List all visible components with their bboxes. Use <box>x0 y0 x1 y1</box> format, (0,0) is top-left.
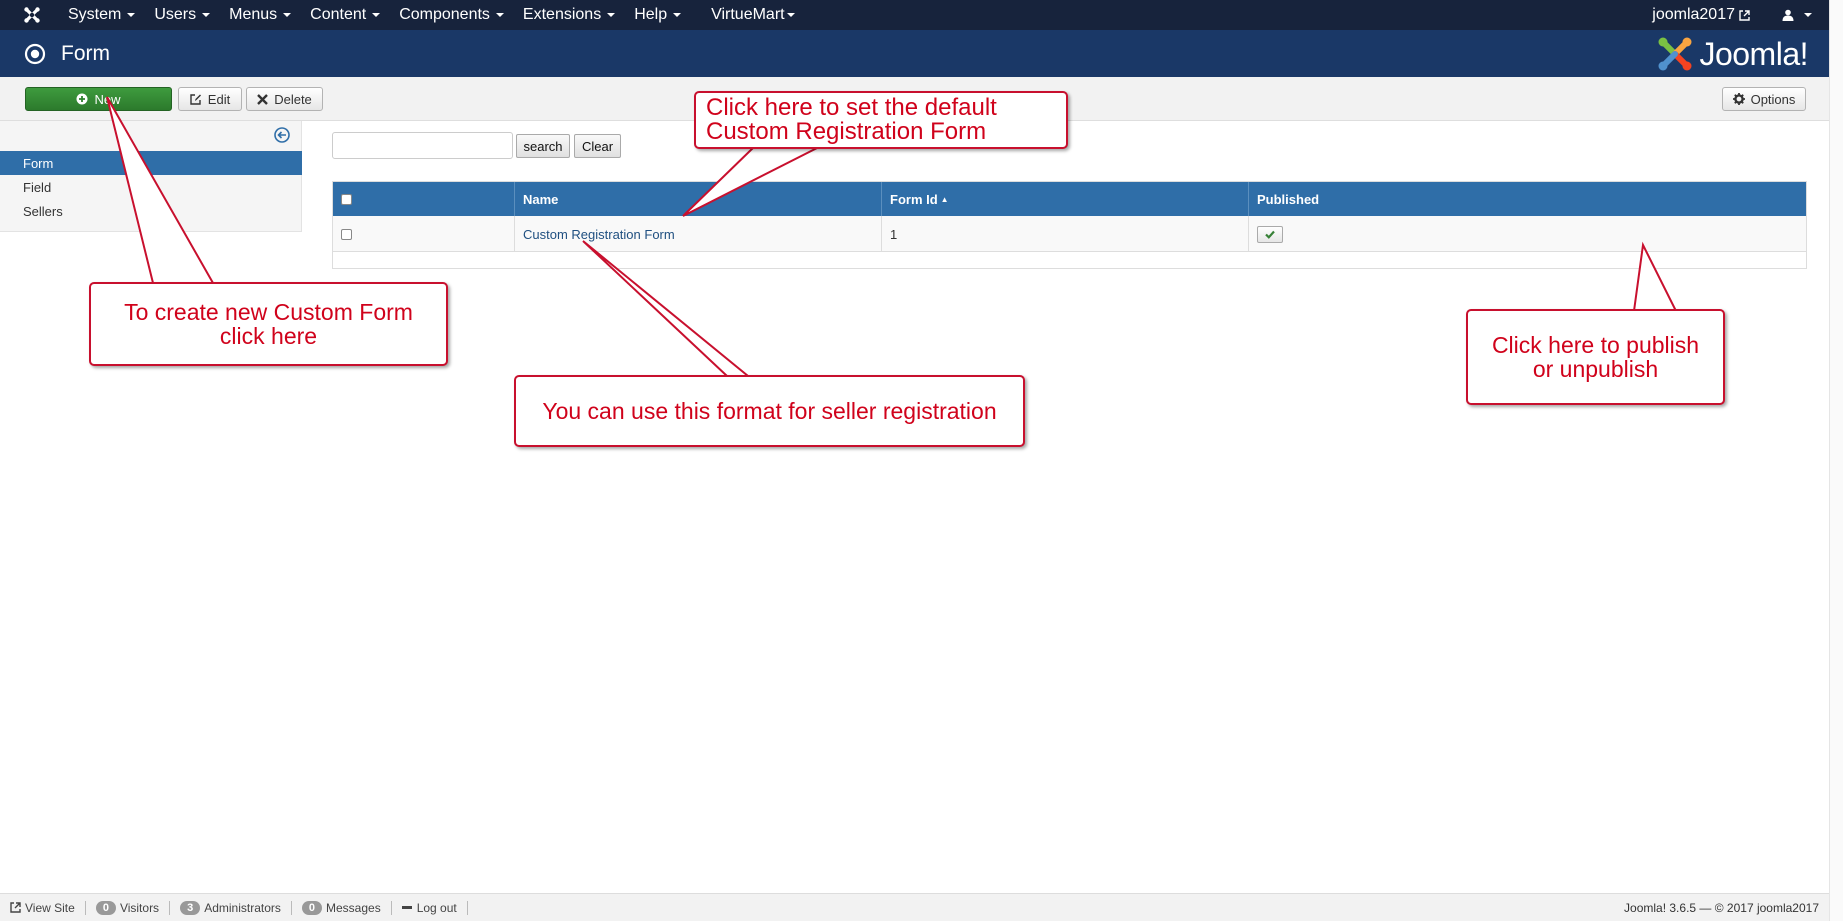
view-site-link[interactable]: View Site <box>0 900 86 915</box>
search-input[interactable] <box>332 132 513 159</box>
joomla-icon[interactable] <box>23 6 59 24</box>
callout-default-form: Click here to set the default Custom Regi… <box>694 91 1068 149</box>
caret-icon <box>1804 13 1812 17</box>
callout-publish: Click here to publish or unpublish <box>1466 309 1725 405</box>
menu-content[interactable]: Content <box>310 6 381 24</box>
menu-users[interactable]: Users <box>154 6 211 24</box>
published-cell <box>1249 216 1806 252</box>
main-menu: System Users Menus Content Components Ex… <box>68 6 814 24</box>
menu-virtuemart[interactable]: VirtueMart <box>711 6 795 24</box>
form-id-cell: 1 <box>882 216 1249 252</box>
delete-button[interactable]: Delete <box>246 87 323 111</box>
publish-toggle-button[interactable] <box>1257 225 1283 243</box>
menu-extensions[interactable]: Extensions <box>523 6 616 24</box>
column-header-name[interactable]: Name <box>515 182 882 216</box>
callout-seller-format: You can use this format for seller regis… <box>514 375 1025 447</box>
caret-icon <box>127 13 136 17</box>
sidebar: Form Field Sellers <box>0 121 302 232</box>
caret-icon <box>786 13 795 17</box>
menu-menus[interactable]: Menus <box>229 6 292 24</box>
administrators-status: 3 Administrators <box>170 900 292 915</box>
sort-asc-icon: ▲ <box>940 194 949 204</box>
page-header: Form Joomla! <box>0 30 1843 77</box>
table-header: Name Form Id ▲ Published <box>333 182 1806 216</box>
edit-icon <box>190 94 201 105</box>
page-title: Form <box>61 41 110 65</box>
administrators-badge: 3 <box>180 900 201 915</box>
options-button[interactable]: Options <box>1722 87 1806 111</box>
callout-create-new: To create new Custom Form click here <box>89 282 448 366</box>
sidebar-item-form[interactable]: Form <box>0 151 302 175</box>
sidebar-item-sellers[interactable]: Sellers <box>0 199 302 223</box>
row-select-cell <box>333 216 515 252</box>
sidebar-item-field[interactable]: Field <box>0 175 302 199</box>
user-menu[interactable] <box>1782 9 1812 21</box>
collapse-icon[interactable] <box>274 127 290 143</box>
forms-table: Name Form Id ▲ Published Custom Registrat… <box>332 181 1807 269</box>
messages-badge: 0 <box>301 900 322 915</box>
brand-text: Joomla! <box>1699 35 1808 72</box>
joomla-logo: Joomla! <box>1655 33 1808 75</box>
clear-button[interactable]: Clear <box>574 134 621 158</box>
caret-icon <box>495 13 504 17</box>
form-name-link[interactable]: Custom Registration Form <box>523 227 675 242</box>
nav-right: joomla2017 <box>1652 0 1812 30</box>
caret-icon <box>202 13 211 17</box>
select-all-checkbox[interactable] <box>341 193 352 205</box>
visitors-status: 0 Visitors <box>86 900 171 915</box>
new-button[interactable]: New <box>25 87 172 111</box>
row-checkbox[interactable] <box>341 228 352 240</box>
menu-system[interactable]: System <box>68 6 136 24</box>
plus-circle-icon <box>76 93 88 105</box>
messages-status[interactable]: 0 Messages <box>292 900 392 915</box>
logout-link[interactable]: Log out <box>392 900 468 915</box>
caret-icon <box>607 13 616 17</box>
scrollbar[interactable] <box>1829 0 1843 921</box>
menu-help[interactable]: Help <box>634 6 682 24</box>
external-link-icon <box>10 902 21 913</box>
caret-icon <box>372 13 381 17</box>
status-footer: View Site 0 Visitors 3 Administrators 0 … <box>0 893 1843 921</box>
caret-icon <box>673 13 682 17</box>
user-icon <box>1782 9 1794 21</box>
close-icon <box>257 93 269 105</box>
menu-components[interactable]: Components <box>399 6 504 24</box>
table-row: Custom Registration Form 1 <box>333 216 1806 252</box>
joomla-logo-icon <box>1658 37 1692 71</box>
name-cell: Custom Registration Form <box>515 216 882 252</box>
check-icon <box>1265 230 1275 239</box>
copyright-text: Joomla! 3.6.5 — © 2017 joomla2017 <box>1624 901 1819 915</box>
edit-button[interactable]: Edit <box>178 87 242 111</box>
top-navbar: System Users Menus Content Components Ex… <box>0 0 1843 30</box>
column-header-form-id[interactable]: Form Id ▲ <box>882 182 1249 216</box>
minus-icon <box>401 905 412 909</box>
target-icon <box>24 43 46 64</box>
column-header-published[interactable]: Published <box>1249 182 1806 216</box>
select-all-cell <box>333 182 515 216</box>
external-link-icon <box>1739 9 1750 21</box>
visitors-badge: 0 <box>95 900 116 915</box>
gear-icon <box>1732 93 1745 105</box>
search-button[interactable]: search <box>516 134 570 158</box>
caret-icon <box>283 13 292 17</box>
site-link[interactable]: joomla2017 <box>1652 6 1750 24</box>
